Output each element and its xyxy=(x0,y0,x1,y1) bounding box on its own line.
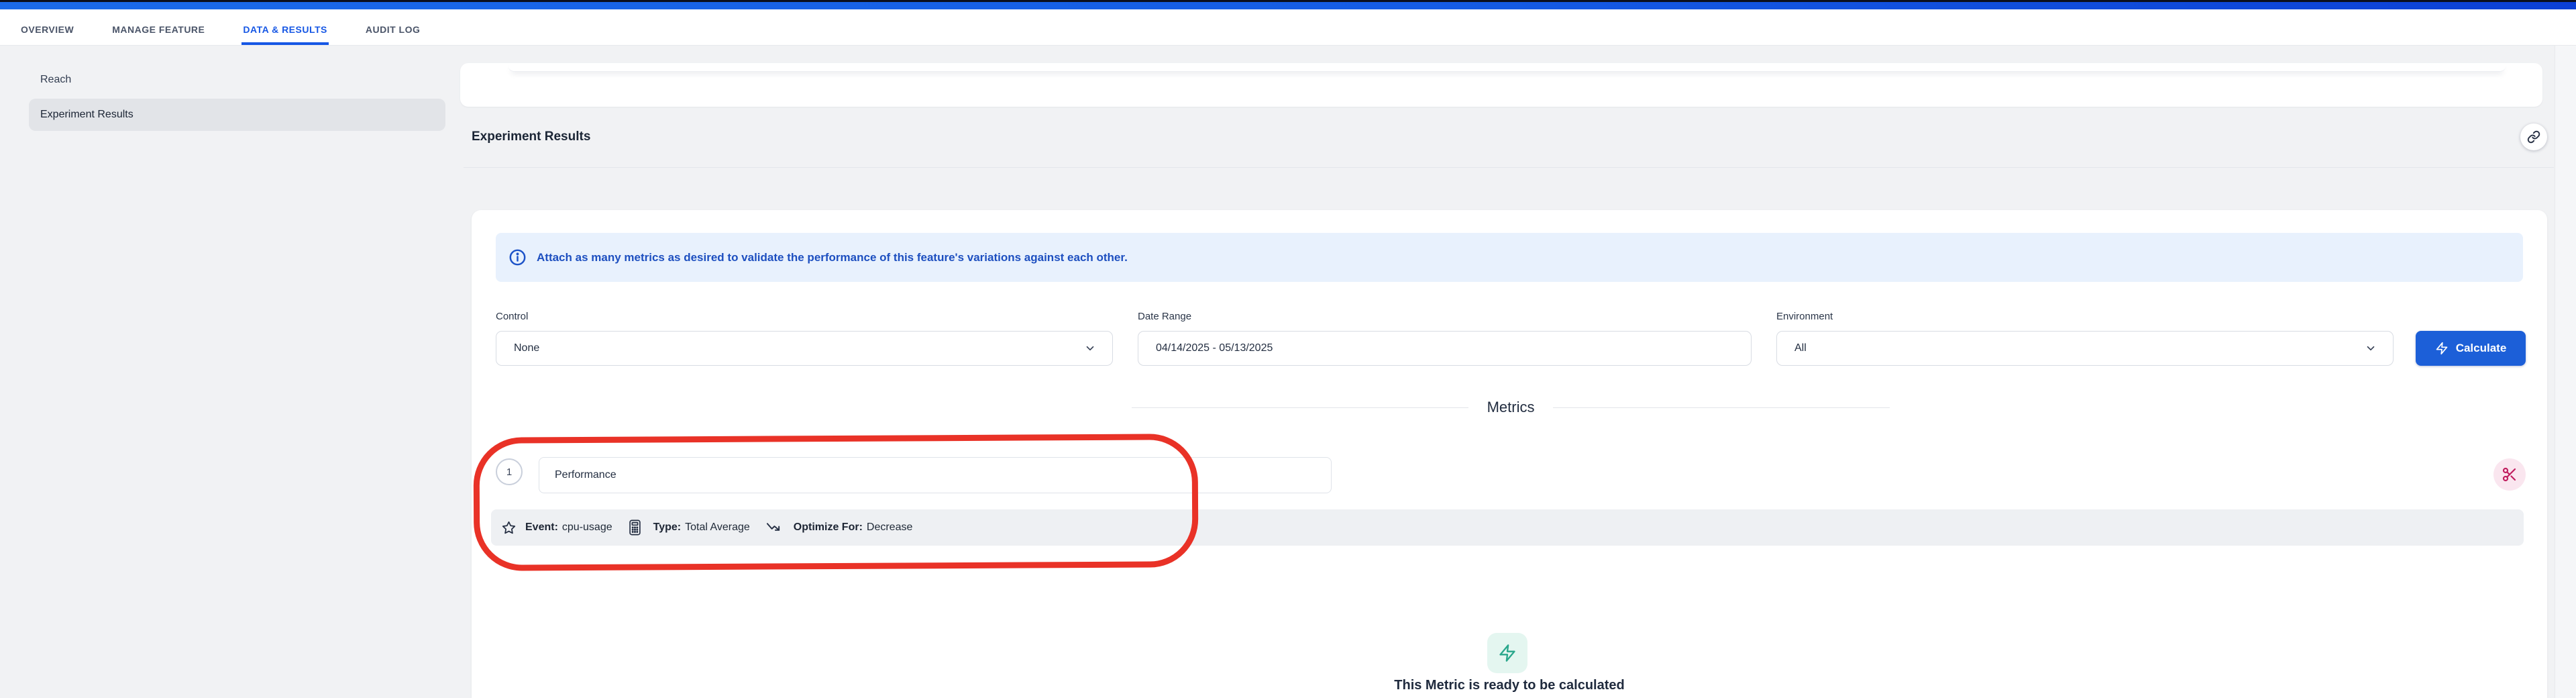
calculate-button-label: Calculate xyxy=(2456,342,2507,355)
trending-down-icon xyxy=(766,521,782,534)
metric-name-input[interactable] xyxy=(539,457,1332,493)
tab-audit-log[interactable]: AUDIT LOG xyxy=(364,9,422,45)
environment-label: Environment xyxy=(1776,311,2394,322)
divider-line-right xyxy=(1553,407,1890,408)
scrolled-card-bottom-edge xyxy=(508,63,2506,72)
type-value: Total Average xyxy=(685,521,750,534)
date-range-label: Date Range xyxy=(1138,311,1752,322)
control-label: Control xyxy=(496,311,1113,322)
sidebar-item-reach[interactable]: Reach xyxy=(29,64,445,96)
scissors-icon xyxy=(2502,466,2518,483)
metrics-divider: Metrics xyxy=(1132,399,1890,416)
metrics-divider-label: Metrics xyxy=(1487,399,1535,416)
type-label: Type: xyxy=(653,521,681,534)
star-icon xyxy=(502,521,516,535)
scrolled-card-fragment xyxy=(460,63,2542,107)
control-select[interactable]: None xyxy=(496,331,1113,366)
calculator-icon xyxy=(629,519,641,536)
info-icon xyxy=(508,248,527,266)
event-label: Event: xyxy=(525,521,558,534)
date-range-field[interactable] xyxy=(1138,331,1752,366)
optimize-for-label: Optimize For: xyxy=(794,521,863,534)
environment-select[interactable]: All xyxy=(1776,331,2394,366)
experiment-results-card: Attach as many metrics as desired to val… xyxy=(472,210,2547,698)
chevron-down-icon xyxy=(2365,342,2377,354)
page-title: Experiment Results xyxy=(472,130,590,144)
control-select-value: None xyxy=(514,342,539,354)
brand-accent-bar xyxy=(0,2,2576,9)
tab-data-and-results[interactable]: DATA & RESULTS xyxy=(241,9,328,45)
metric-index-badge: 1 xyxy=(496,458,523,485)
sidebar-item-experiment-results[interactable]: Experiment Results xyxy=(29,99,445,131)
remove-metric-button[interactable] xyxy=(2493,458,2526,491)
event-value: cpu-usage xyxy=(562,521,612,534)
scrollbar-gutter[interactable] xyxy=(2555,46,2576,698)
section-header: Experiment Results xyxy=(464,107,2554,168)
optimize-for-value: Decrease xyxy=(867,521,912,534)
info-banner: Attach as many metrics as desired to val… xyxy=(496,233,2523,282)
environment-select-value: All xyxy=(1794,342,1807,354)
lightning-icon xyxy=(1498,644,1517,662)
chevron-down-icon xyxy=(1084,342,1096,354)
copy-link-button[interactable] xyxy=(2520,123,2547,150)
tab-manage-feature[interactable]: MANAGE FEATURE xyxy=(111,9,206,45)
metric-summary-bar: Event: cpu-usage Type: Total Average Opt… xyxy=(491,509,2524,546)
ready-to-calculate-icon-tile xyxy=(1487,633,1527,673)
calculation-controls: Control None Date Range Environment All xyxy=(496,311,2526,366)
tab-overview[interactable]: OVERVIEW xyxy=(19,9,75,45)
ready-to-calculate-text: This Metric is ready to be calculated xyxy=(472,678,2547,693)
results-sidebar: Reach Experiment Results xyxy=(0,46,464,698)
link-icon xyxy=(2527,130,2540,144)
divider-line-left xyxy=(1132,407,1468,408)
date-range-input[interactable] xyxy=(1156,332,1735,365)
info-banner-text: Attach as many metrics as desired to val… xyxy=(537,251,1128,264)
calculate-button[interactable]: Calculate xyxy=(2416,331,2526,366)
feature-tabbar: OVERVIEW MANAGE FEATURE DATA & RESULTS A… xyxy=(0,9,2576,46)
lightning-icon xyxy=(2435,342,2449,355)
